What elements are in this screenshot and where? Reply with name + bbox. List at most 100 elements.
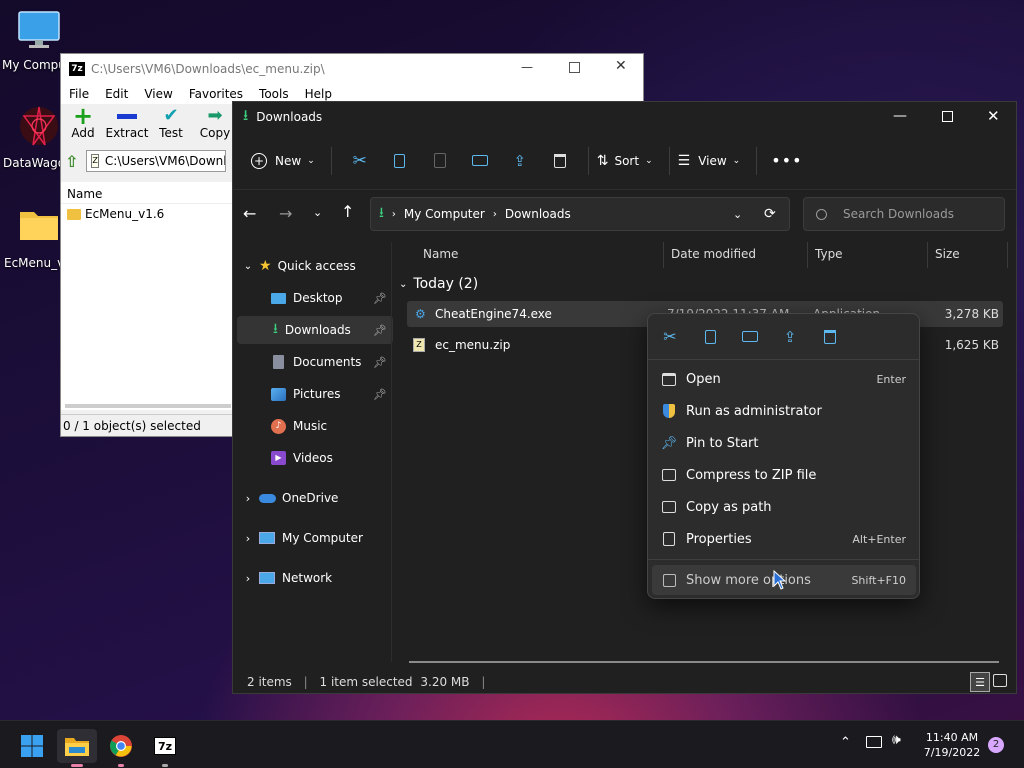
cut-button[interactable]: ✂ [650, 321, 690, 353]
nav-up-button[interactable]: ↑ [341, 202, 354, 221]
delete-button[interactable] [810, 321, 850, 353]
menu-item-copy-as-path[interactable]: Copy as path [652, 492, 916, 522]
share-button[interactable]: ⇪ [500, 145, 540, 177]
sidebar-item-label: Documents [293, 355, 362, 369]
horizontal-scrollbar[interactable] [409, 661, 999, 663]
menu-item-open[interactable]: Open Enter [652, 364, 916, 394]
close-button[interactable]: ✕ [987, 107, 1000, 125]
maximize-button[interactable] [569, 62, 580, 73]
new-button[interactable]: + New ⌄ [251, 152, 315, 169]
up-folder-icon[interactable]: ⇧ [65, 152, 78, 171]
address-bar[interactable]: ⭳ › My Computer › Downloads ⌄ ⟳ [370, 197, 790, 231]
taskbar-file-explorer[interactable] [57, 729, 97, 767]
sidebar-item-my-computer[interactable]: › My Computer [237, 524, 393, 552]
horizontal-scrollbar[interactable] [65, 404, 231, 408]
details-icon: ☰ [975, 675, 985, 689]
menu-item-properties[interactable]: Properties Alt+Enter [652, 524, 916, 554]
sidebar-item-quick-access[interactable]: ⌄ ★ Quick access [237, 252, 393, 280]
sidebar-item-desktop[interactable]: Desktop 📌︎ [237, 284, 393, 312]
recent-locations-button[interactable]: ⌄ [313, 206, 322, 219]
maximize-button[interactable] [942, 111, 953, 122]
menu-file[interactable]: File [61, 87, 97, 101]
list-item[interactable]: EcMenu_v1.6 [61, 204, 233, 224]
network-status-icon[interactable] [866, 736, 882, 748]
application-icon: ⚙ [415, 307, 426, 321]
sort-label: Sort [614, 153, 640, 168]
running-indicator [162, 764, 168, 767]
explorer-title: Downloads [256, 110, 323, 124]
volume-icon[interactable]: 🕪︎ [892, 732, 901, 748]
menu-item-compress-zip[interactable]: Compress to ZIP file [652, 460, 916, 490]
copy-button[interactable] [690, 321, 730, 353]
rename-button[interactable] [730, 321, 770, 353]
sidebar-item-onedrive[interactable]: › OneDrive [237, 484, 393, 512]
column-header-size[interactable]: Size [935, 247, 960, 261]
nav-forward-button[interactable]: → [279, 204, 292, 223]
group-header-today[interactable]: ⌄ Today (2) [399, 276, 478, 292]
menu-item-pin-to-start[interactable]: 📌︎ Pin to Start [652, 428, 916, 458]
menu-tools[interactable]: Tools [251, 87, 297, 101]
view-button[interactable]: ☰ View ⌄ [678, 153, 741, 169]
sort-button[interactable]: ⇅ Sort ⌄ [597, 153, 653, 169]
copy-button[interactable] [380, 145, 420, 177]
copy-button[interactable]: ➡ Copy [193, 104, 237, 148]
menu-help[interactable]: Help [297, 87, 340, 101]
taskbar-7zip[interactable]: 7z [145, 729, 185, 767]
clock[interactable]: 11:40 AM 7/19/2022 [918, 730, 986, 760]
menu-favorites[interactable]: Favorites [181, 87, 251, 101]
sidebar-item-downloads[interactable]: ⭳ Downloads 📌︎ [237, 316, 393, 344]
more-options-button[interactable]: ••• [771, 151, 802, 170]
column-header-name[interactable]: Name [61, 182, 233, 204]
properties-icon [663, 532, 675, 546]
pin-icon[interactable]: 📌︎ [373, 388, 387, 401]
sidebar-item-pictures[interactable]: Pictures 📌︎ [237, 380, 393, 408]
paste-button[interactable] [420, 145, 460, 177]
chrome-icon [110, 735, 132, 757]
pin-icon[interactable]: 📌︎ [373, 356, 387, 369]
column-header-name[interactable]: Name [423, 247, 458, 261]
test-button[interactable]: ✔ Test [149, 104, 193, 148]
pin-icon[interactable]: 📌︎ [373, 292, 387, 305]
sevenzip-titlebar[interactable]: 7z C:\Users\VM6\Downloads\ec_menu.zip\ —… [61, 54, 643, 84]
menu-view[interactable]: View [136, 87, 180, 101]
sidebar-item-music[interactable]: ♪ Music [237, 412, 393, 440]
details-view-toggle[interactable]: ☰ [970, 672, 990, 692]
extract-button[interactable]: Extract [105, 104, 149, 148]
breadcrumb-my-computer[interactable]: My Computer [404, 207, 485, 221]
command-bar: + New ⌄ ✂ ⇪ ⇅ Sort ⌄ ☰ View ⌄ ••• [233, 132, 1016, 190]
column-header-date[interactable]: Date modified [671, 247, 756, 261]
explorer-titlebar[interactable]: ⭳ Downloads — ✕ [233, 102, 1016, 132]
sevenzip-address-input[interactable]: Z C:\Users\VM6\Downloads\ec_menu.zip\ [86, 150, 227, 172]
menu-item-run-as-admin[interactable]: Run as administrator [652, 396, 916, 426]
breadcrumb-downloads[interactable]: Downloads [505, 207, 571, 221]
show-hidden-icons-button[interactable]: ⌃ [840, 735, 851, 750]
tiles-view-toggle[interactable] [993, 674, 1007, 687]
cloud-icon [259, 493, 276, 503]
minimize-button[interactable]: — [521, 60, 533, 74]
share-button[interactable]: ⇪ [770, 321, 810, 353]
cut-button[interactable]: ✂ [340, 145, 380, 177]
add-button[interactable]: + Add [61, 104, 105, 148]
sevenzip-file-list[interactable]: Name EcMenu_v1.6 [61, 182, 233, 410]
rename-button[interactable] [460, 145, 500, 177]
address-dropdown-icon[interactable]: ⌄ [733, 208, 742, 221]
pane-divider[interactable] [391, 242, 392, 662]
column-name-label: Name [67, 187, 103, 201]
menu-edit[interactable]: Edit [97, 87, 136, 101]
refresh-icon[interactable]: ⟳ [764, 206, 776, 222]
column-header-type[interactable]: Type [815, 247, 843, 261]
pin-icon[interactable]: 📌︎ [373, 324, 387, 337]
desktop-icon-my-computer[interactable]: My Computer [0, 10, 83, 72]
delete-button[interactable] [540, 145, 580, 177]
notification-badge[interactable]: 2 [988, 737, 1004, 753]
start-button[interactable] [12, 729, 52, 763]
close-button[interactable]: ✕ [615, 58, 627, 74]
minimize-button[interactable]: — [893, 108, 907, 124]
nav-back-button[interactable]: ← [243, 204, 256, 223]
sidebar-item-documents[interactable]: Documents 📌︎ [237, 348, 393, 376]
sidebar-item-network[interactable]: › Network [237, 564, 393, 592]
sidebar-item-videos[interactable]: ▶ Videos [237, 444, 393, 472]
taskbar-chrome[interactable] [101, 729, 141, 767]
search-box[interactable]: Search Downloads [803, 197, 1005, 231]
menu-item-label: Run as administrator [686, 403, 822, 419]
